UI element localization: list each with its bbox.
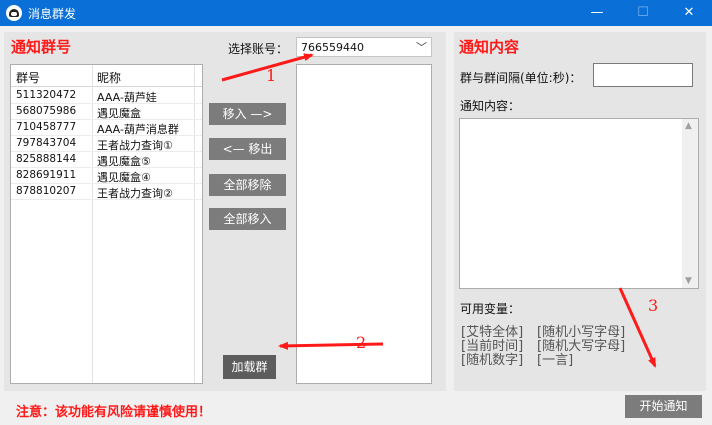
annotation-arrow-2 xyxy=(278,341,384,350)
annotation-number-1: 1 xyxy=(266,66,277,85)
annotation-number-3: 3 xyxy=(648,296,659,315)
annotation-number-2: 2 xyxy=(356,333,367,352)
annotation-layer xyxy=(221,53,657,368)
